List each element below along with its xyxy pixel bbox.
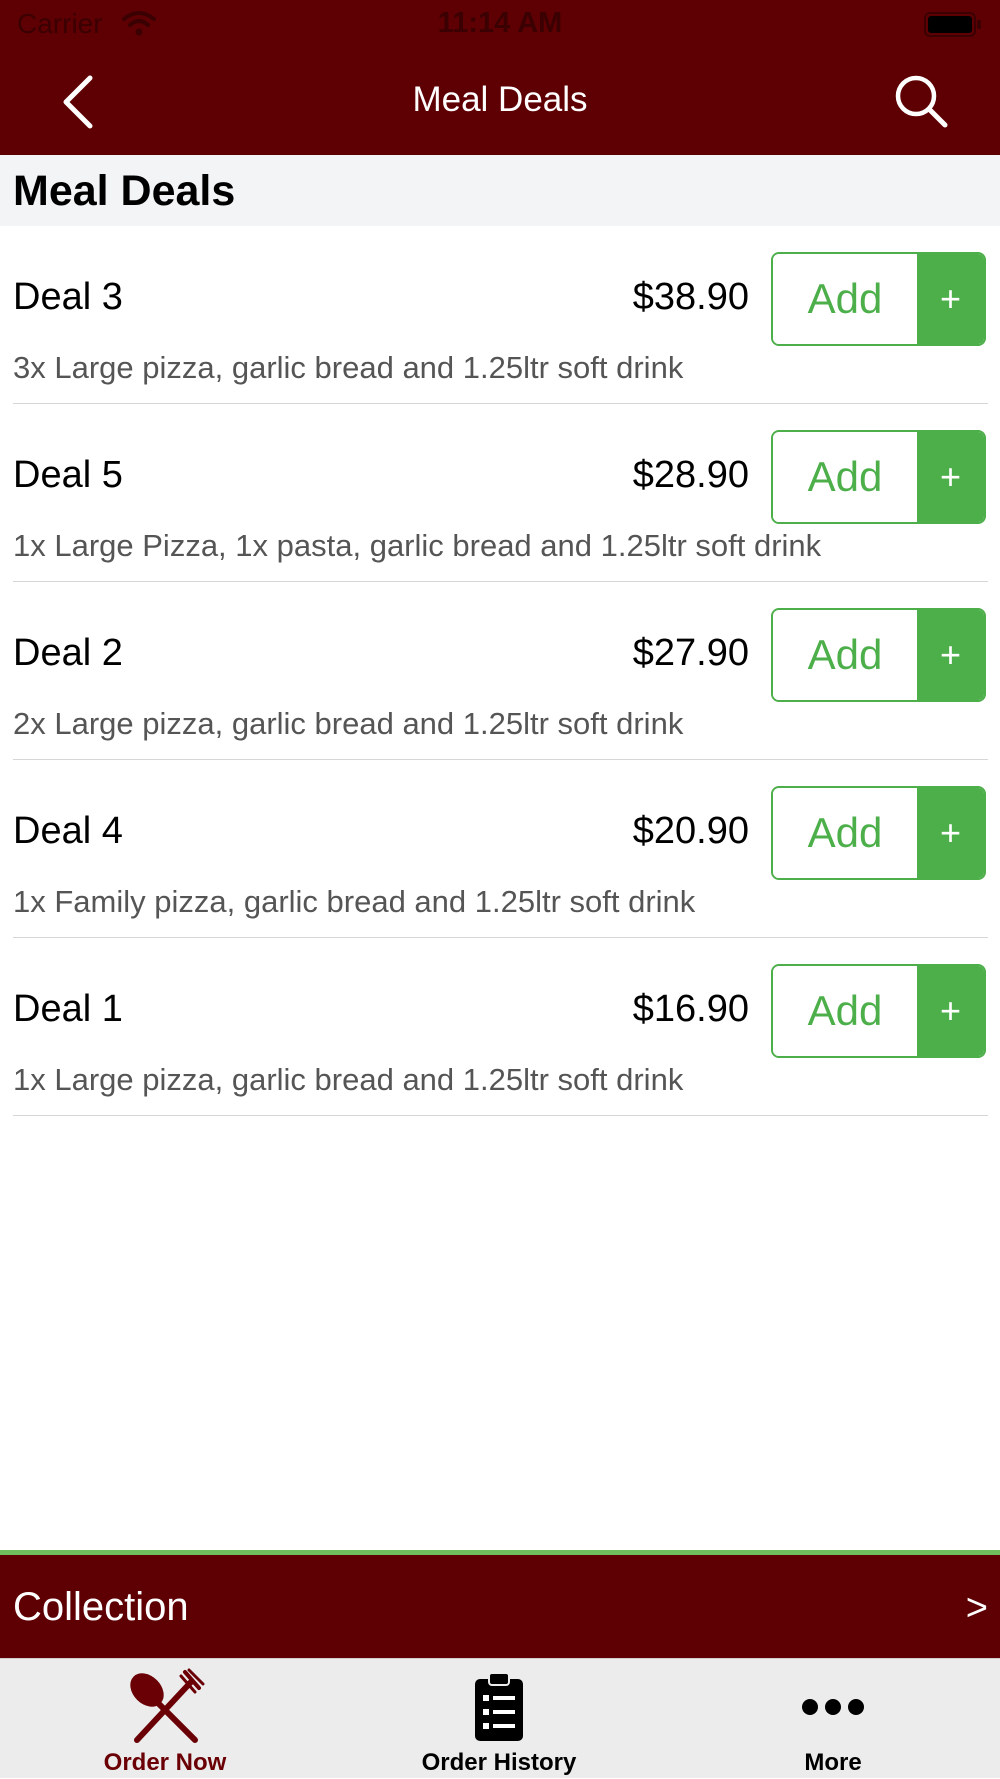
plus-icon: +	[917, 966, 984, 1056]
plus-icon: +	[917, 610, 984, 700]
item-name: Deal 1	[13, 988, 123, 1030]
collection-bar[interactable]: Collection >	[0, 1550, 1000, 1658]
add-button[interactable]: Add +	[771, 430, 986, 524]
add-button[interactable]: Add +	[771, 252, 986, 346]
tab-order-now[interactable]: Order Now	[40, 1659, 290, 1779]
list-item: Deal 1 $16.90 Add + 1x Large pizza, garl…	[0, 938, 1000, 1116]
add-button[interactable]: Add +	[771, 786, 986, 880]
item-description: 3x Large pizza, garlic bread and 1.25ltr…	[13, 350, 684, 385]
chevron-right-icon: >	[965, 1587, 988, 1629]
collection-label: Collection	[13, 1585, 189, 1629]
add-label: Add	[773, 966, 917, 1056]
tab-label: Order Now	[103, 1749, 227, 1776]
plus-icon: +	[917, 254, 984, 344]
item-description: 1x Large Pizza, 1x pasta, garlic bread a…	[13, 528, 822, 563]
search-icon	[895, 75, 948, 128]
item-price: $38.90	[632, 276, 749, 318]
item-description: 2x Large pizza, garlic bread and 1.25ltr…	[13, 706, 684, 741]
list-item: Deal 3 $38.90 Add + 3x Large pizza, garl…	[0, 226, 1000, 404]
tab-label: Order History	[421, 1749, 577, 1776]
tab-more[interactable]: More	[708, 1659, 958, 1779]
more-dots-icon	[708, 1667, 958, 1747]
section-header: Meal Deals	[0, 155, 1000, 226]
item-name: Deal 4	[13, 810, 123, 852]
add-label: Add	[773, 788, 917, 878]
add-label: Add	[773, 610, 917, 700]
tab-label: More	[804, 1749, 862, 1776]
item-name: Deal 2	[13, 632, 123, 674]
item-price: $28.90	[632, 454, 749, 496]
plus-icon: +	[917, 788, 984, 878]
add-label: Add	[773, 254, 917, 344]
search-button[interactable]	[892, 72, 952, 132]
top-bar: Carrier 11:14 AM Meal Deals	[0, 0, 1000, 155]
item-name: Deal 3	[13, 276, 123, 318]
page-title: Meal Deals	[412, 80, 588, 119]
plus-icon: +	[917, 432, 984, 522]
list-item: Deal 2 $27.90 Add + 2x Large pizza, garl…	[0, 582, 1000, 760]
item-price: $20.90	[632, 810, 749, 852]
clipboard-icon	[374, 1667, 624, 1747]
add-button[interactable]: Add +	[771, 964, 986, 1058]
item-description: 1x Large pizza, garlic bread and 1.25ltr…	[13, 1062, 684, 1097]
list-item: Deal 4 $20.90 Add + 1x Family pizza, gar…	[0, 760, 1000, 938]
item-name: Deal 5	[13, 454, 123, 496]
item-description: 1x Family pizza, garlic bread and 1.25lt…	[13, 884, 696, 919]
fork-spoon-icon	[40, 1667, 290, 1747]
tab-order-history[interactable]: Order History	[374, 1659, 624, 1779]
status-time: 11:14 AM	[437, 7, 563, 39]
tab-bar: Order Now Order History More	[0, 1658, 1000, 1778]
add-button[interactable]: Add +	[771, 608, 986, 702]
battery-icon	[924, 12, 982, 43]
add-label: Add	[773, 432, 917, 522]
list-item: Deal 5 $28.90 Add + 1x Large Pizza, 1x p…	[0, 404, 1000, 582]
item-price: $16.90	[632, 988, 749, 1030]
divider	[13, 1115, 988, 1116]
section-title: Meal Deals	[13, 167, 236, 215]
item-price: $27.90	[632, 632, 749, 674]
deal-list: Deal 3 $38.90 Add + 3x Large pizza, garl…	[0, 226, 1000, 1116]
